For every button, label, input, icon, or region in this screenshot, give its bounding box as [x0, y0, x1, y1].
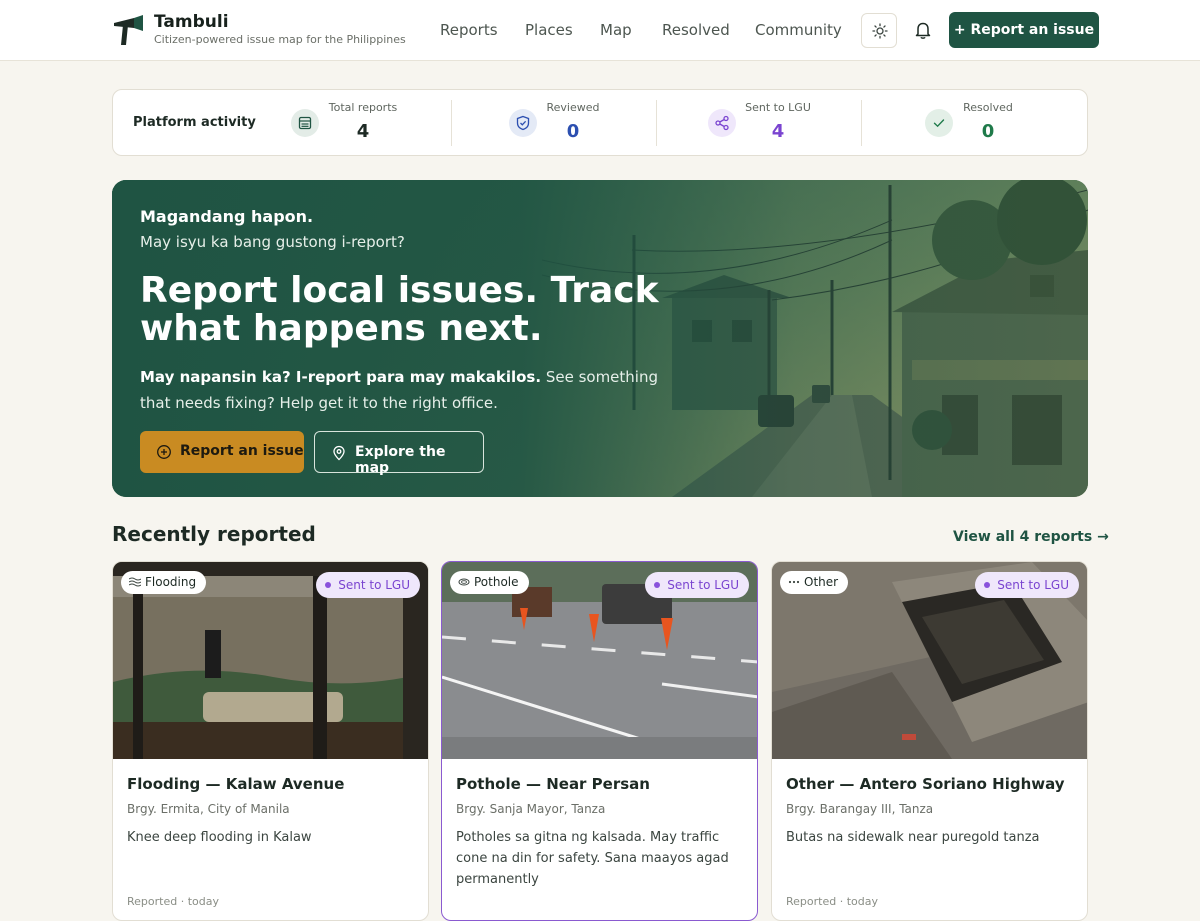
pothole-icon: [458, 578, 470, 586]
sun-icon: [872, 23, 888, 39]
stat-resolved-value: 0: [981, 121, 995, 142]
stat-total-label: Total reports: [328, 101, 398, 114]
brand-tagline: Citizen-powered issue map for the Philip…: [154, 33, 406, 46]
view-all-reports-link[interactable]: View all 4 reports →: [953, 529, 1109, 545]
activity-title: Platform activity: [133, 115, 256, 130]
hero-banner: Magandang hapon. May isyu ka bang guston…: [112, 180, 1088, 497]
nav-places[interactable]: Places: [525, 21, 573, 39]
theme-toggle-button[interactable]: [861, 13, 897, 48]
stat-reviewed-value: 0: [566, 121, 580, 142]
card-description: Potholes sa gitna ng kalsada. May traffi…: [456, 830, 729, 887]
nav-community[interactable]: Community: [755, 21, 842, 39]
greeting-subtitle: May isyu ka bang gustong i-report?: [140, 233, 405, 251]
card-footer: Reported · today: [786, 895, 878, 908]
category-label: Other: [804, 575, 839, 589]
report-card-flooding[interactable]: Flooding Sent to LGU Flooding — Kalaw Av…: [112, 561, 429, 921]
hero-lead-bold: May napansin ka? I-report para may makak…: [140, 368, 542, 386]
status-dot: [654, 582, 661, 588]
explore-map-button[interactable]: Explore the map: [314, 431, 484, 476]
status-label: Sent to LGU: [997, 578, 1069, 592]
stat-divider: [451, 100, 452, 146]
stat-sent-value: 4: [771, 121, 785, 142]
card-footer: Reported · today: [127, 895, 219, 908]
card-location: Brgy. Barangay III, Tanza: [786, 802, 934, 816]
hero-headline: Report local issues. Track what happens …: [140, 270, 659, 349]
plus-circle-icon: [157, 445, 171, 459]
card-title: Other — Antero Soriano Highway: [786, 775, 1065, 793]
status-dot: [984, 582, 991, 588]
card-description: Knee deep flooding in Kalaw: [127, 830, 312, 845]
report-issue-header-button[interactable]: + Report an issue: [949, 12, 1099, 48]
hero-lead: May napansin ka? I-report para may makak…: [140, 364, 660, 416]
status-badge: Sent to LGU: [316, 572, 420, 598]
category-chip: Pothole: [450, 571, 529, 594]
waves-icon: [129, 577, 141, 587]
category-label: Flooding: [145, 575, 197, 589]
recent-section-title: Recently reported: [112, 522, 316, 546]
nav-reports[interactable]: Reports: [440, 21, 498, 39]
stat-divider: [861, 100, 862, 146]
category-label: Pothole: [474, 575, 519, 589]
report-card-pothole[interactable]: Pothole Sent to LGU Pothole — Near Persa…: [441, 561, 758, 921]
megaphone-logo-icon[interactable]: [112, 14, 146, 46]
nav-resolved[interactable]: Resolved: [662, 21, 730, 39]
map-pin-icon: [333, 445, 345, 461]
list-icon: [291, 109, 319, 137]
report-card-other[interactable]: Other Sent to LGU Other — Antero Soriano…: [771, 561, 1088, 921]
category-chip: Flooding: [121, 571, 207, 594]
stat-total-value: 4: [356, 121, 370, 142]
stat-sent-label: Sent to LGU: [745, 101, 811, 114]
card-location: Brgy. Ermita, City of Manila: [127, 802, 290, 816]
ellipsis-icon: [788, 580, 800, 584]
card-title: Flooding — Kalaw Avenue: [127, 775, 345, 793]
status-label: Sent to LGU: [667, 578, 739, 592]
status-badge: Sent to LGU: [645, 572, 749, 598]
explore-map-label: Explore the map: [355, 444, 446, 476]
nav-map[interactable]: Map: [600, 21, 632, 39]
brand-name[interactable]: Tambuli: [154, 12, 229, 32]
status-badge: Sent to LGU: [975, 572, 1079, 598]
card-description: Butas na sidewalk near puregold tanza: [786, 830, 1040, 845]
card-location: Brgy. Sanja Mayor, Tanza: [456, 802, 606, 816]
stat-resolved-label: Resolved: [963, 101, 1013, 114]
status-label: Sent to LGU: [338, 578, 410, 592]
category-chip: Other: [780, 571, 849, 594]
bell-icon[interactable]: [913, 20, 933, 40]
platform-activity-card: Platform activity Total reports 4 Review…: [112, 89, 1088, 156]
greeting: Magandang hapon.: [140, 207, 314, 226]
report-issue-button[interactable]: Report an issue: [140, 431, 304, 473]
share-icon: [708, 109, 736, 137]
top-header: Tambuli Citizen-powered issue map for th…: [0, 0, 1200, 61]
stat-divider: [656, 100, 657, 146]
card-title: Pothole — Near Persan: [456, 775, 650, 793]
status-dot: [325, 582, 332, 588]
report-issue-label: Report an issue: [180, 443, 304, 459]
stat-reviewed-label: Reviewed: [546, 101, 600, 114]
